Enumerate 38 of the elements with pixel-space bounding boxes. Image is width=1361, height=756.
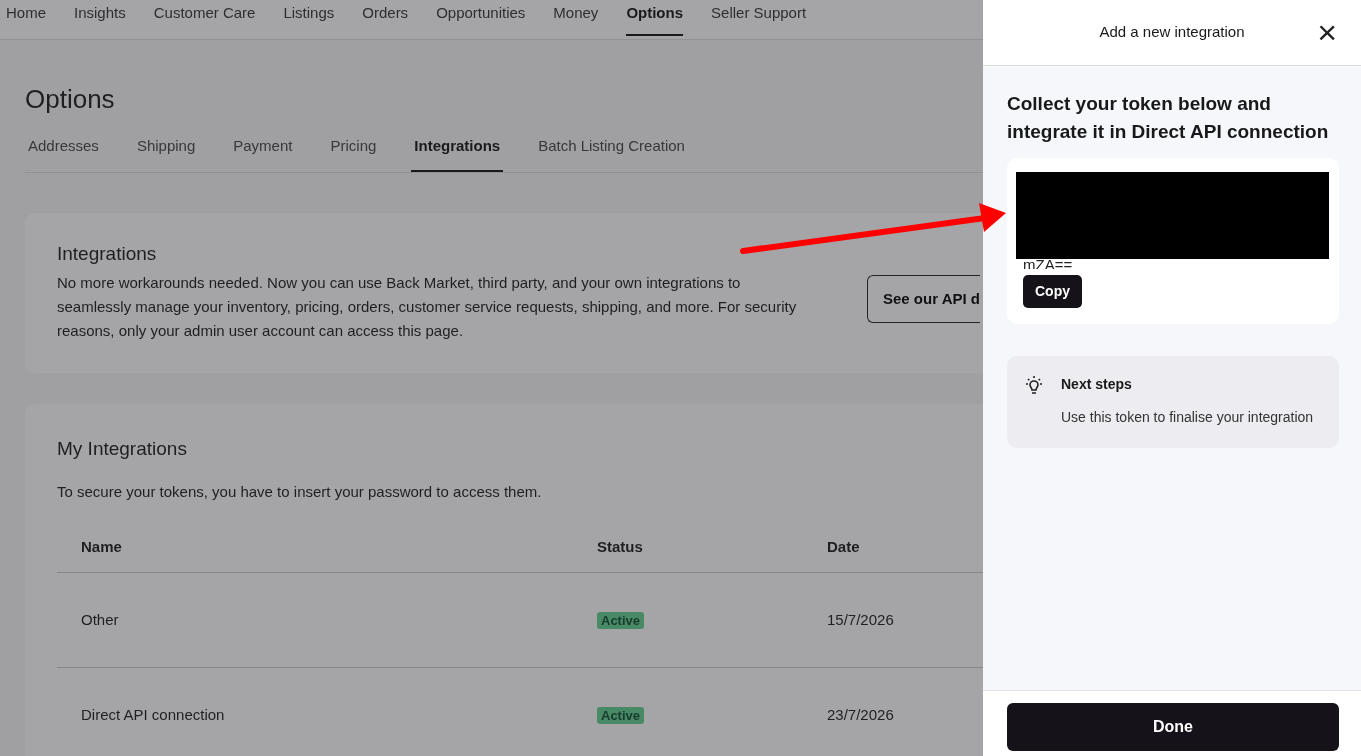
tab[interactable]: Addresses — [25, 133, 102, 172]
tab[interactable]: Pricing — [327, 133, 380, 172]
column-header: Name — [81, 537, 122, 555]
drawer-title: Add a new integration — [1099, 22, 1245, 43]
page-title: Options — [25, 84, 116, 116]
tab[interactable]: Integrations — [411, 133, 504, 172]
card-text: No more workarounds needed. Now you can use Back Market, third party, and your own integrations to seamlessly manage your inventory, pricing, orders, customer service requests, shipping, and more. For security reasons, only your admin user account can access this page. — [57, 273, 798, 342]
nav-link-item[interactable]: Customer Care — [153, 2, 256, 34]
nav-link-item[interactable]: Money — [553, 2, 599, 34]
table-cell: Other — [81, 611, 119, 629]
column-header: Date — [827, 537, 860, 555]
drawer-heading: Collect your token below and integrate it in Direct API connection — [1007, 92, 1330, 144]
nav-link-item[interactable]: Insights — [74, 2, 126, 34]
copy-button[interactable]: Copy — [1023, 275, 1082, 308]
card-title: Integrations — [57, 242, 158, 266]
info-text: Use this token to finalise your integration — [1061, 408, 1314, 427]
table-cell: Direct API connection — [81, 705, 225, 723]
table-cell: 15/7/2026 — [827, 611, 894, 629]
tab[interactable]: Shipping — [133, 133, 199, 172]
lightbulb-icon — [1023, 374, 1045, 396]
status-badge: Active — [597, 706, 645, 724]
nav-link-item[interactable]: Home — [6, 2, 46, 34]
table-cell: 23/7/2026 — [827, 705, 894, 723]
nav-link-item[interactable]: Opportunities — [436, 2, 526, 34]
close-button[interactable]: × — [1315, 18, 1339, 46]
column-header: Status — [597, 537, 643, 555]
status-badge: Active — [597, 612, 645, 630]
tab[interactable]: Payment — [230, 133, 296, 172]
nav-link-item[interactable]: Options — [626, 2, 684, 36]
nav-link-item[interactable]: Orders — [362, 2, 409, 34]
card-title: My Integrations — [57, 438, 188, 462]
done-button[interactable]: Done — [1007, 703, 1339, 751]
nav-link-item[interactable]: Seller Support — [711, 2, 807, 34]
card-text: To secure your tokens, you have to insert your password to access them. — [57, 482, 543, 503]
tab[interactable]: Batch Listing Creation — [535, 133, 688, 172]
api-docs-button[interactable]: See our API d — [867, 274, 980, 324]
nav-link-item[interactable]: Listings — [283, 2, 335, 34]
info-title: Next steps — [1061, 375, 1133, 394]
